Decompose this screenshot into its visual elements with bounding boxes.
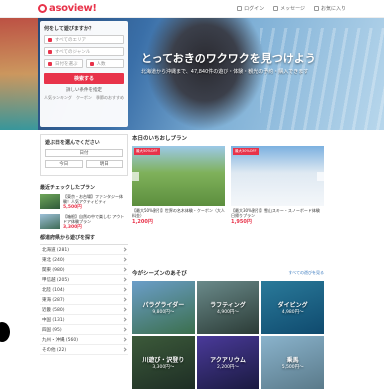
plan-card[interactable]: 最大30%OFF 【最大30%割引】雪山スキー・スノーボード体験 日帰りプラン … (231, 146, 324, 225)
header-link-login[interactable]: ログイン (237, 5, 264, 12)
genre-select[interactable]: すべてのジャンル (44, 47, 124, 56)
pin-icon (48, 37, 52, 42)
recent-item[interactable]: 【東京・お台場】ファンタジー体験！人気アクティビティ 5,500円 (40, 194, 128, 210)
plan-image: 最大50%OFF (132, 146, 225, 206)
area-list-title: 都道府県から遊びを探す (40, 235, 96, 241)
logo-icon (38, 4, 47, 13)
area-item[interactable]: その他 (22) (40, 345, 128, 355)
recent-thumb (40, 194, 60, 209)
date-any-button[interactable]: 日付 (45, 149, 123, 157)
plan-price: 1,200円 (132, 219, 153, 225)
plans-title: 本日のいちおしプラン (132, 136, 188, 142)
tag-icon (48, 49, 52, 54)
area-item[interactable]: 北海道 (281) (40, 245, 128, 255)
site-logo[interactable]: asoview! (38, 3, 97, 14)
chevron-right-icon (122, 347, 127, 352)
area-select[interactable]: すべてのエリア (44, 35, 124, 44)
advanced-search-link[interactable]: 詳しい条件を指定 (44, 87, 124, 93)
activity-tile[interactable]: ラフティング 4,900円〜 (196, 281, 260, 334)
season-link[interactable]: 季節のおすすめ (96, 95, 124, 101)
area-item[interactable]: 関東 (980) (40, 265, 128, 275)
edge-shadow (0, 322, 10, 342)
activity-tile[interactable]: 乗馬 5,500円〜 (261, 336, 324, 389)
area-item[interactable]: 東北 (240) (40, 255, 128, 265)
top-header: asoview! ログイン メッセージ お気に入り (0, 0, 384, 18)
recent-thumb (40, 214, 60, 229)
people-select[interactable]: 人数 (85, 59, 124, 68)
header-link-favorite[interactable]: お気に入り (313, 5, 346, 12)
featured-plans: 本日のいちおしプラン 最大50%OFF 【最大50%割引】世界の名木体験・クーポ… (132, 134, 324, 225)
plan-price: 1,950円 (231, 219, 252, 225)
recent-title: 最近チェックしたプラン (40, 185, 96, 191)
activity-tile[interactable]: パラグライダー 9,800円〜 (132, 281, 195, 334)
activity-tile[interactable]: 川遊び・沢登り 3,300円〜 (132, 336, 195, 389)
area-item[interactable]: 北陸 (104) (40, 285, 128, 295)
chevron-right-icon (122, 297, 127, 302)
area-item[interactable]: 東海 (287) (40, 295, 128, 305)
plan-card[interactable]: 最大50%OFF 【最大50%割引】世界の名木体験・クーポン（大人料金） 1,2… (132, 146, 225, 225)
search-title: 何をして遊びますか？ (44, 26, 94, 32)
header-links: ログイン メッセージ お気に入り (237, 5, 346, 12)
date-today-button[interactable]: 今日 (45, 160, 83, 168)
chevron-right-icon (122, 267, 127, 272)
area-item[interactable]: 九州・沖縄 (560) (40, 335, 128, 345)
date-tomorrow-button[interactable]: 明日 (85, 160, 123, 168)
area-list: 北海道 (281) 東北 (240) 関東 (980) 甲信越 (205) 北陸… (40, 244, 128, 355)
person-icon (89, 61, 94, 66)
see-all-link[interactable]: すべての遊びを見る (288, 270, 324, 276)
search-quick-links: 人気ランキング クーポン 季節のおすすめ (44, 95, 124, 101)
chevron-right-icon (122, 307, 127, 312)
chevron-right-icon (122, 337, 127, 342)
hero-background-image (260, 28, 384, 130)
discount-badge: 最大50%OFF (134, 148, 160, 155)
season-section: 今がシーズンのあそび すべての遊びを見る パラグライダー 9,800円〜 ラフティ… (132, 269, 324, 389)
area-item[interactable]: 甲信越 (205) (40, 275, 128, 285)
coupon-link[interactable]: クーポン (76, 95, 92, 101)
chevron-right-icon (122, 277, 127, 282)
hero-subtitle: 北海道から沖縄まで、47,840件の遊び・体験・観光の予約・購入できます (141, 69, 309, 75)
area-item[interactable]: 四国 (95) (40, 325, 128, 335)
prev-arrow-icon[interactable] (132, 172, 139, 181)
discount-badge: 最大30%OFF (233, 148, 259, 155)
activity-tile[interactable]: アクアリウム 2,200円〜 (196, 336, 260, 389)
chevron-right-icon (122, 247, 127, 252)
mail-icon (273, 6, 279, 11)
date-picker-box: 遊ぶ日を選んでください 日付 今日 明日 (40, 134, 128, 176)
recent-item[interactable]: 【箱根】自然の中で楽しむ アウトドア体験プラン 3,300円 (40, 214, 128, 230)
heart-icon (313, 6, 319, 11)
season-title: 今がシーズンのあそび (132, 271, 187, 277)
logo-text: asoview! (49, 3, 97, 14)
activity-tile[interactable]: ダイビング 4,980円〜 (261, 281, 324, 334)
calendar-icon (48, 61, 52, 66)
chevron-right-icon (122, 327, 127, 332)
search-button[interactable]: 検索する (44, 73, 124, 84)
plan-text: 【最大50%割引】世界の名木体験・クーポン（大人料金） (132, 208, 225, 218)
hero-climbing-image (0, 18, 38, 130)
plan-image: 最大30%OFF (231, 146, 324, 206)
header-link-message[interactable]: メッセージ (273, 5, 305, 12)
date-box-title: 遊ぶ日を選んでください (45, 140, 100, 146)
ranking-link[interactable]: 人気ランキング (44, 95, 72, 101)
hero-title: とっておきのワクワクを見つけよう (141, 52, 316, 65)
search-panel: 何をして遊びますか？ すべてのエリア すべてのジャンル 日付を選ぶ 人数 検索す… (40, 21, 128, 127)
plan-text: 【最大30%割引】雪山スキー・スノーボード体験 日帰りプラン (231, 208, 320, 218)
chevron-right-icon (122, 317, 127, 322)
chevron-right-icon (122, 287, 127, 292)
next-arrow-icon[interactable] (317, 172, 324, 181)
chevron-right-icon (122, 257, 127, 262)
date-select[interactable]: 日付を選ぶ (44, 59, 83, 68)
area-item[interactable]: 近畿 (580) (40, 305, 128, 315)
area-item[interactable]: 中国 (131) (40, 315, 128, 325)
left-column: 遊ぶ日を選んでください 日付 今日 明日 最近チェックしたプラン 【東京・お台場… (40, 134, 128, 355)
login-icon (237, 6, 243, 11)
